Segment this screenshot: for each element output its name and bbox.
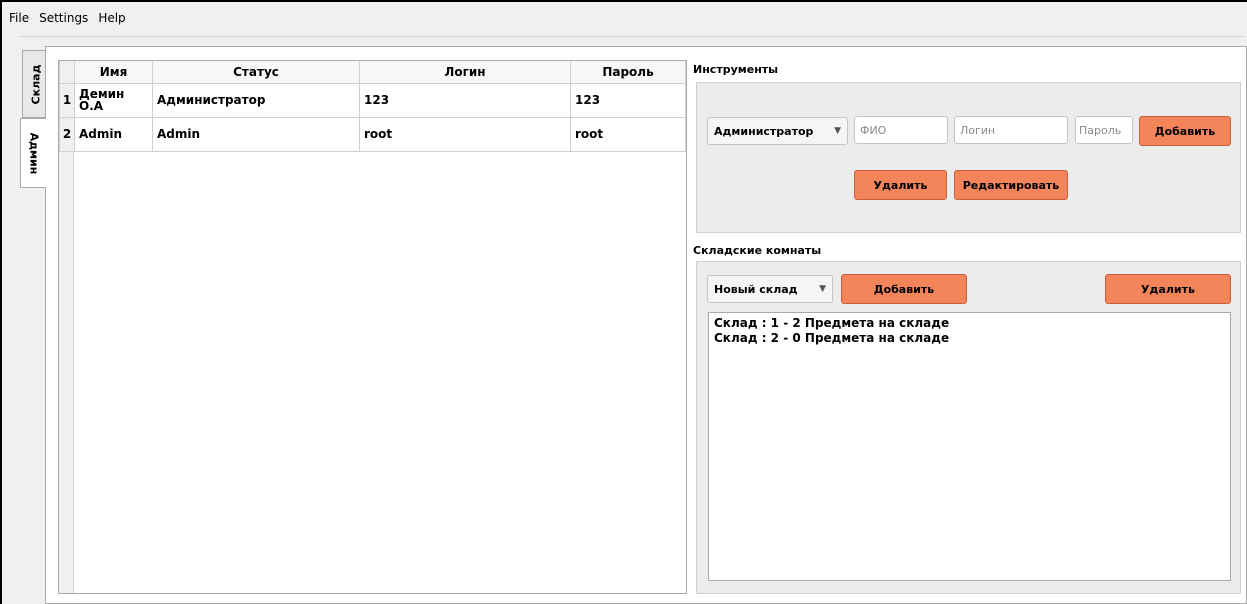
column-header-name[interactable]: Имя (74, 61, 153, 84)
rooms-list[interactable]: Склад : 1 - 2 Предмета на складе Склад :… (708, 312, 1231, 581)
rooms-group-title: Складские комнаты (693, 244, 822, 257)
menu-file[interactable]: File (4, 11, 34, 25)
cell-status[interactable]: Admin (152, 116, 360, 152)
menu-settings[interactable]: Settings (34, 11, 93, 25)
header-row: Имя Статус Логин Пароль (59, 61, 686, 84)
users-table[interactable]: Имя Статус Логин Пароль 1 Демин О.А Адми… (58, 60, 687, 594)
cell-status[interactable]: Администратор (152, 82, 360, 118)
row-number[interactable]: 1 (59, 82, 75, 118)
room-select-value: Новый склад (714, 282, 798, 296)
tab-admin[interactable]: Админ (20, 118, 46, 188)
login-field[interactable]: Логин (954, 116, 1068, 144)
cell-name[interactable]: Демин О.А (74, 82, 153, 118)
role-select-value: Администратор (714, 124, 814, 138)
add-user-button[interactable]: Добавить (1139, 116, 1231, 146)
room-select[interactable]: Новый склад ▼ (707, 275, 833, 303)
menu-bar: File Settings Help (4, 2, 1247, 34)
cell-password[interactable]: root (570, 116, 686, 152)
chevron-down-icon: ▼ (819, 284, 826, 294)
tab-sklad-label: Склад (29, 64, 42, 104)
login-placeholder: Логин (960, 123, 996, 137)
edit-user-button[interactable]: Редактировать (954, 170, 1068, 200)
fio-field[interactable]: ФИО (854, 116, 948, 144)
tab-admin-label: Админ (27, 132, 41, 174)
tools-group (696, 82, 1241, 233)
menu-help[interactable]: Help (93, 11, 130, 25)
menu-separator (18, 36, 1246, 37)
table-row[interactable]: 2 Admin Admin root root (59, 116, 686, 152)
cell-login[interactable]: root (359, 116, 571, 152)
row-number[interactable]: 2 (59, 116, 75, 152)
password-field[interactable]: Пароль (1075, 116, 1133, 144)
password-placeholder: Пароль (1079, 123, 1122, 137)
chevron-down-icon: ▼ (834, 126, 841, 136)
tools-group-title: Инструменты (693, 63, 779, 76)
fio-placeholder: ФИО (860, 123, 887, 137)
app-window: File Settings Help Склад Админ Имя Стату… (0, 0, 1247, 604)
list-item[interactable]: Склад : 1 - 2 Предмета на складе (714, 316, 1225, 331)
delete-room-button[interactable]: Удалить (1105, 274, 1231, 304)
delete-user-button[interactable]: Удалить (854, 170, 947, 200)
cell-password[interactable]: 123 (570, 82, 686, 118)
column-header-status[interactable]: Статус (152, 61, 360, 84)
add-room-button[interactable]: Добавить (841, 274, 967, 304)
list-item[interactable]: Склад : 2 - 0 Предмета на складе (714, 331, 1225, 346)
role-select[interactable]: Администратор ▼ (707, 117, 848, 145)
column-header-password[interactable]: Пароль (570, 61, 686, 84)
cell-login[interactable]: 123 (359, 82, 571, 118)
column-header-login[interactable]: Логин (359, 61, 571, 84)
table-row[interactable]: 1 Демин О.А Администратор 123 123 (59, 82, 686, 118)
corner-cell[interactable] (59, 61, 75, 84)
users-grid: Имя Статус Логин Пароль 1 Демин О.А Адми… (59, 61, 686, 152)
cell-name[interactable]: Admin (74, 116, 153, 152)
